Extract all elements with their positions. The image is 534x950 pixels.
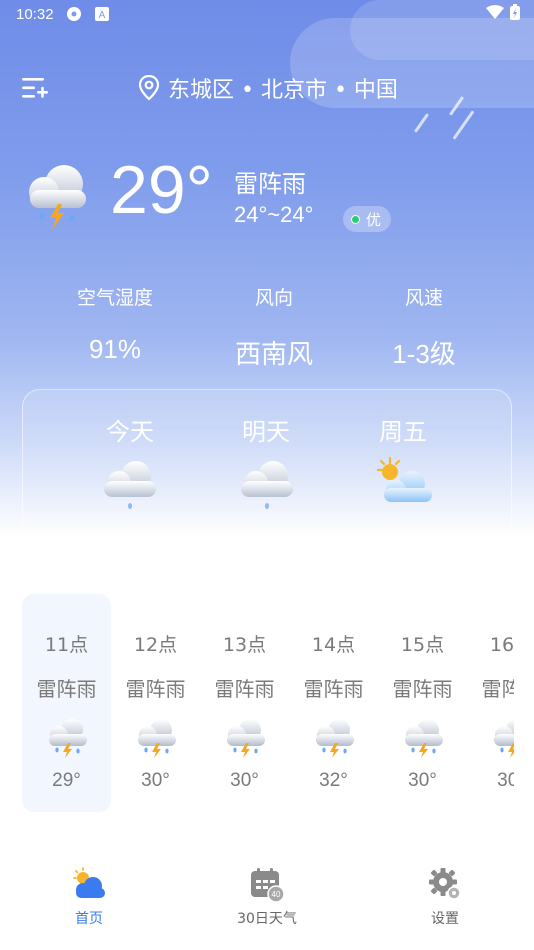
stat-label: 风速: [404, 287, 443, 309]
aqi-label: 优: [366, 210, 382, 229]
thunderstorm-icon: [493, 719, 514, 758]
location-pin-icon: [138, 74, 160, 101]
stat-value: 西南风: [234, 339, 313, 369]
status-bar: 10:32 A: [0, 0, 534, 28]
calendar-badge: 40: [272, 890, 281, 899]
tab-30-day[interactable]: 40 30日天气: [202, 866, 332, 928]
hour-condition: 雷阵雨: [214, 677, 275, 701]
svg-text:A: A: [98, 10, 105, 21]
bottom-tab-bar: 首页 40 30日天气 设置: [0, 860, 534, 950]
sun-cloud-icon: [374, 456, 434, 512]
app-a-icon: A: [94, 6, 110, 22]
hour-time: 12点: [133, 634, 178, 656]
location-selector[interactable]: 东城区 • 北京市 • 中国: [138, 72, 398, 104]
thunderstorm-icon: [137, 719, 176, 758]
hour-temperature: 30°: [230, 770, 259, 791]
hourly-item[interactable]: 12点 雷阵雨 30°: [111, 594, 200, 812]
stat-label: 风向: [254, 287, 293, 309]
forecast-day-label[interactable]: 周五: [348, 412, 458, 447]
thunderstorm-icon: [48, 719, 87, 758]
hour-temperature: 32°: [319, 770, 348, 791]
tab-label: 设置: [431, 911, 459, 927]
gear-icon: [429, 868, 461, 900]
hour-condition: 雷阵雨: [125, 677, 186, 701]
hour-condition: 雷阵雨: [303, 677, 364, 701]
hour-temperature: 30°: [497, 770, 514, 791]
hour-temperature: 30°: [408, 770, 437, 791]
city-menu-icon[interactable]: [22, 76, 48, 100]
hourly-item[interactable]: 16点 雷阵雨 30°: [467, 594, 514, 812]
wifi-icon: [486, 5, 504, 23]
app-notification-icon: [66, 6, 82, 22]
hourly-item[interactable]: 11点 雷阵雨 29°: [22, 594, 111, 812]
tab-home[interactable]: 首页: [24, 866, 154, 928]
thunderstorm-icon: [226, 719, 265, 758]
wind-direction-stat: 风向 西南风: [199, 283, 349, 371]
current-temperature: 29°: [110, 152, 213, 228]
rain-cloud-icon: [237, 456, 297, 512]
rain-streak: [413, 113, 430, 133]
hour-condition: 雷阵雨: [392, 677, 453, 701]
wind-speed-stat: 风速 1-3级: [349, 283, 499, 371]
forecast-day-label[interactable]: 明天: [211, 412, 321, 447]
hourly-item[interactable]: 13点 雷阵雨 30°: [200, 594, 289, 812]
hourly-forecast-list[interactable]: 11点 雷阵雨 29° 12点 雷阵雨 30° 13点 雷阵雨 30° 14点 …: [22, 594, 514, 812]
battery-icon: [510, 4, 520, 24]
calendar-icon: 40: [251, 868, 285, 902]
thunderstorm-icon: [404, 719, 443, 758]
stat-value: 1-3级: [392, 339, 456, 369]
stat-label: 空气湿度: [76, 287, 153, 309]
tab-label: 首页: [75, 911, 103, 927]
home-weather-icon: [73, 867, 105, 898]
hour-condition: 雷阵雨: [36, 677, 97, 701]
hour-condition: 雷阵雨: [481, 677, 515, 701]
hourly-item[interactable]: 14点 雷阵雨 32°: [289, 594, 378, 812]
aqi-badge[interactable]: 优: [343, 206, 392, 232]
rain-cloud-icon: [100, 456, 160, 512]
hour-time: 14点: [311, 634, 356, 656]
current-condition: 雷阵雨: [234, 170, 306, 198]
tab-label: 30日天气: [237, 911, 297, 927]
thunderstorm-icon: [315, 719, 354, 758]
hour-time: 13点: [222, 634, 267, 656]
hour-temperature: 30°: [141, 770, 170, 791]
forecast-day-label[interactable]: 今天: [75, 412, 185, 447]
aqi-status-dot: [351, 214, 360, 224]
hour-temperature: 29°: [52, 770, 81, 791]
status-time: 10:32: [16, 5, 54, 23]
hour-time: 16点: [489, 634, 514, 656]
hourly-item[interactable]: 15点 雷阵雨 30°: [378, 594, 467, 812]
stat-value: 91%: [88, 334, 142, 364]
hour-time: 11点: [44, 634, 89, 656]
tab-settings[interactable]: 设置: [380, 866, 510, 928]
temperature-range: 24°~24°: [234, 202, 314, 227]
rain-streak: [452, 110, 475, 140]
thunderstorm-icon: [22, 160, 92, 232]
location-text: 东城区 • 北京市 • 中国: [168, 78, 398, 103]
hour-time: 15点: [400, 634, 445, 656]
humidity-stat: 空气湿度 91%: [40, 283, 190, 365]
